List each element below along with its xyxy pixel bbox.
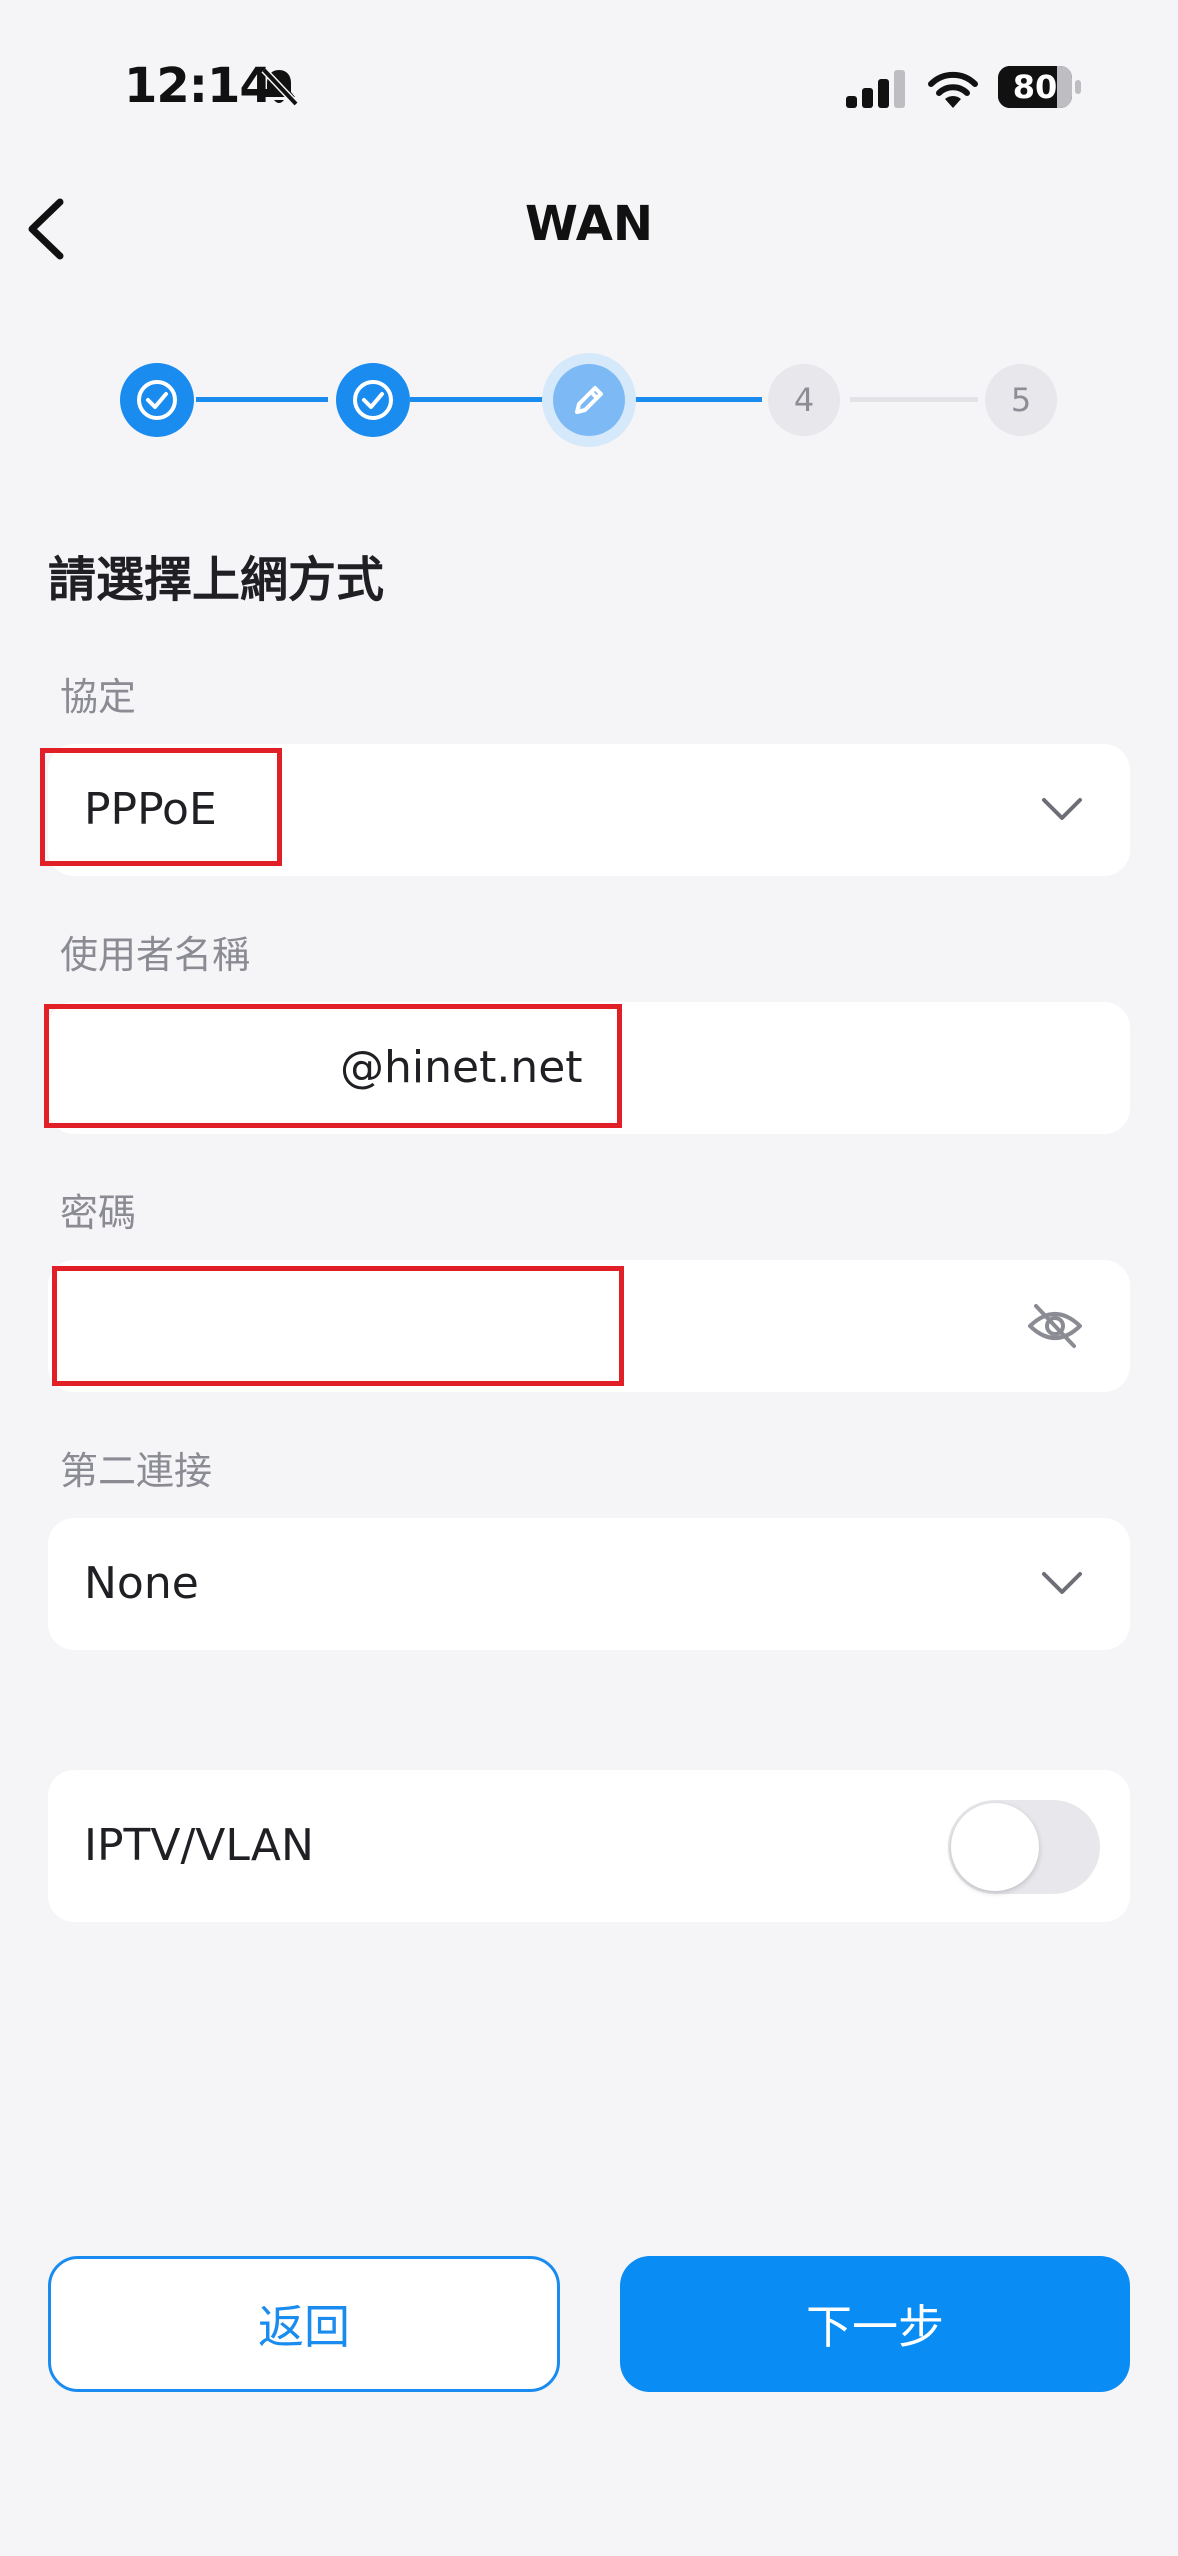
highlight-box-protocol xyxy=(40,748,282,866)
section-title: 請選擇上網方式 xyxy=(48,552,385,608)
chevron-down-icon xyxy=(1042,1572,1082,1594)
chevron-down-icon xyxy=(1042,798,1082,820)
highlight-box-password xyxy=(52,1266,624,1386)
status-time: 12:14 xyxy=(124,58,273,114)
iptv-vlan-toggle[interactable] xyxy=(948,1800,1100,1894)
step-connector-2 xyxy=(410,397,546,402)
page-title: WAN xyxy=(524,196,654,252)
pencil-icon xyxy=(575,386,603,414)
step-2-done xyxy=(336,363,410,437)
toggle-knob xyxy=(951,1803,1039,1891)
step-5: 5 xyxy=(985,364,1057,436)
cellular-signal-icon xyxy=(846,70,905,108)
wifi-icon xyxy=(928,71,978,108)
check-circle-icon xyxy=(137,380,177,420)
username-label: 使用者名稱 xyxy=(60,933,251,977)
step-3-active xyxy=(542,353,636,447)
step-connector-3 xyxy=(630,397,762,402)
step-1-done xyxy=(120,363,194,437)
second-connection-select[interactable]: None xyxy=(48,1518,1130,1650)
protocol-label: 協定 xyxy=(60,675,137,719)
next-button[interactable]: 下一步 xyxy=(620,2256,1130,2392)
step-4: 4 xyxy=(768,364,840,436)
highlight-box-username xyxy=(44,1004,622,1128)
iptv-vlan-row: IPTV/VLAN xyxy=(48,1770,1130,1922)
back-button[interactable]: 返回 xyxy=(48,2256,560,2392)
iptv-vlan-label: IPTV/VLAN xyxy=(84,1820,314,1871)
battery-indicator: 80 xyxy=(998,66,1082,108)
eye-off-icon[interactable] xyxy=(1026,1298,1084,1354)
bell-muted-icon xyxy=(261,67,299,107)
step-connector-1 xyxy=(196,397,328,402)
password-label: 密碼 xyxy=(60,1191,137,1235)
step-connector-4 xyxy=(850,397,978,402)
battery-percent: 80 xyxy=(1012,68,1058,106)
second-connection-label: 第二連接 xyxy=(60,1449,213,1493)
second-connection-value: None xyxy=(84,1558,199,1609)
check-circle-icon xyxy=(353,380,393,420)
